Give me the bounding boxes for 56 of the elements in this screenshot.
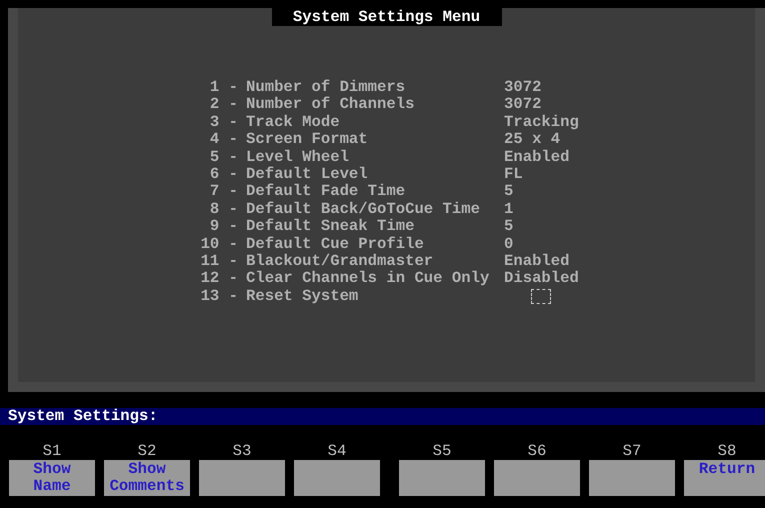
item-number: 2 - [208, 96, 238, 114]
softkey-button[interactable] [589, 460, 675, 496]
softkey-button[interactable]: Show Comments [104, 460, 190, 496]
setting-value: 1 [504, 200, 514, 218]
menu-item[interactable]: Track Mode [246, 114, 496, 132]
softkey-button[interactable] [399, 460, 485, 496]
setting-value: FL [504, 166, 524, 184]
item-number: 7 - [208, 183, 238, 201]
softkey-label: S7 [622, 443, 642, 460]
menu-item[interactable]: Default Sneak Time [246, 218, 496, 236]
item-number: 8 - [208, 200, 238, 218]
menu-item[interactable]: Number of Channels [246, 96, 496, 114]
menu-item[interactable]: Level Wheel [246, 148, 496, 166]
softkey-button[interactable] [294, 460, 380, 496]
setting-value: Enabled [504, 148, 571, 166]
item-number: 13 - [200, 288, 238, 307]
menu-item[interactable]: Default Cue Profile [246, 236, 496, 254]
setting-value: 3072 [504, 96, 542, 114]
setting-value: 3072 [504, 79, 542, 96]
item-number: 10 - [200, 236, 238, 254]
item-number: 3 - [208, 114, 238, 132]
menu-item[interactable]: Default Level [246, 166, 496, 184]
item-number: 6 - [208, 166, 238, 184]
softkey-label: S3 [232, 443, 252, 460]
action-field[interactable] [531, 288, 551, 304]
item-number: 11 - [200, 253, 238, 270]
menu-item[interactable]: Default Back/GoToCue Time [246, 200, 496, 218]
window-title: System Settings Menu [272, 8, 502, 26]
softkey-button[interactable]: Show Name [9, 460, 95, 496]
setting-value: 5 [504, 183, 514, 201]
setting-value: Tracking [504, 114, 580, 132]
softkey-label: S1 [42, 443, 62, 460]
softkey-label: S2 [136, 443, 158, 460]
softkey-label: S4 [326, 443, 348, 460]
softkey-button[interactable] [494, 460, 580, 496]
menu-item[interactable]: Reset System [246, 288, 496, 310]
setting-value: Enabled [504, 253, 571, 270]
softkey-label: S8 [716, 443, 738, 460]
item-number: 1 - [208, 79, 238, 96]
menu-item[interactable]: Blackout/Grandmaster [246, 253, 496, 270]
item-number: 4 - [208, 131, 238, 149]
softkey-label: S6 [526, 443, 548, 460]
item-number: 9 - [208, 218, 238, 236]
item-number: 12 - [200, 270, 238, 288]
softkey-button[interactable] [199, 460, 285, 496]
softkey-button[interactable]: Return [684, 460, 765, 496]
softkey-label: S5 [432, 443, 452, 460]
item-number: 5 - [208, 148, 238, 166]
setting-value: 25 x 4 [504, 131, 562, 149]
menu-item[interactable]: Screen Format [246, 131, 496, 149]
setting-value: 0 [504, 236, 514, 254]
menu-item[interactable]: Default Fade Time [246, 183, 496, 201]
setting-value: Disabled [504, 270, 580, 288]
menu-item[interactable]: Number of Dimmers [246, 79, 496, 96]
menu-item[interactable]: Clear Channels in Cue Only [246, 270, 496, 288]
setting-value: 5 [504, 218, 514, 236]
